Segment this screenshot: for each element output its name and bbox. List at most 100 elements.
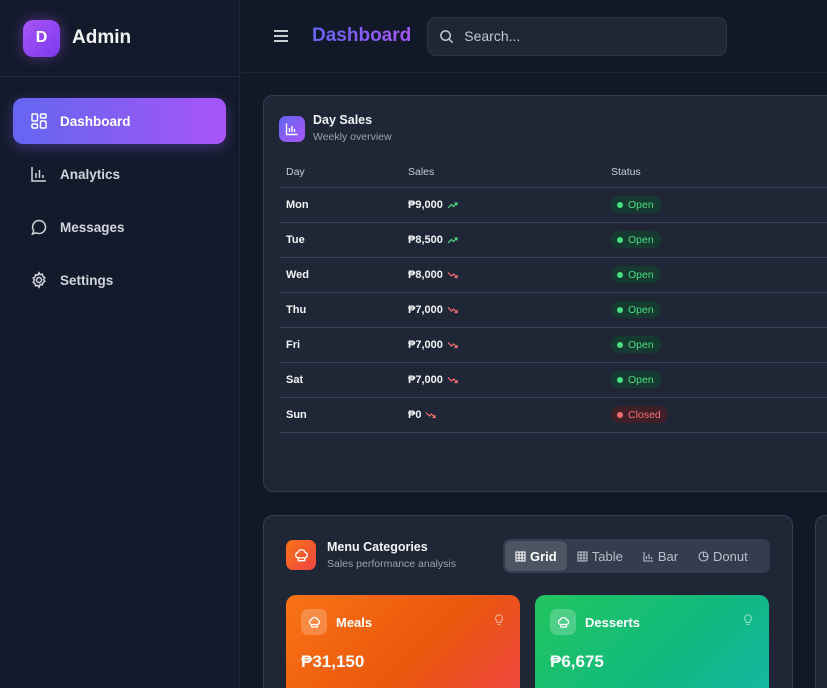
sales-value: ₱7,000: [408, 303, 443, 316]
sidebar-item-messages[interactable]: Messages: [13, 204, 226, 250]
cell-sales: ₱7,000: [401, 362, 604, 398]
card-title: Day Sales: [313, 113, 373, 127]
sidebar-nav: Dashboard Analytics Messages Settings: [0, 77, 239, 303]
table-row: Thu ₱7,000 Open: [279, 292, 827, 328]
tile-name: Meals: [336, 614, 373, 630]
table-row: Mon ₱9,000 Open: [279, 187, 827, 223]
status-badge: Open: [611, 301, 661, 318]
status-dot: [617, 341, 623, 348]
trend-down-icon: [447, 306, 458, 313]
card-subtitle: Sales performance analysis: [327, 558, 456, 570]
sales-value: ₱7,000: [408, 373, 443, 386]
status-badge: Closed: [611, 406, 668, 423]
message-icon: [30, 218, 48, 236]
sales-chart-icon: [279, 116, 305, 142]
cell-status: Open: [604, 222, 827, 258]
menu-categories-card: Menu Categories Sales performance analys…: [263, 515, 793, 688]
chef-hat-icon: [301, 609, 327, 635]
sidebar-item-label: Settings: [60, 272, 114, 288]
sidebar-item-dashboard[interactable]: Dashboard: [13, 98, 226, 144]
bar-chart-icon: [643, 551, 654, 562]
cell-day: Sun: [279, 397, 401, 433]
trend-down-icon: [447, 341, 458, 348]
view-label: Grid: [530, 548, 557, 564]
cell-sales: ₱7,000: [401, 292, 604, 328]
sales-value: ₱9,000: [408, 198, 443, 211]
status-dot: [617, 376, 623, 383]
search-input[interactable]: [464, 28, 695, 44]
status-label: Open: [628, 198, 654, 211]
bar-chart-icon: [30, 165, 48, 183]
hamburger-menu-icon[interactable]: [271, 26, 291, 46]
column-header-sales: Sales: [401, 157, 604, 188]
cell-day: Fri: [279, 327, 401, 363]
status-label: Open: [628, 233, 654, 246]
table-header-row: Day Sales Status: [279, 157, 827, 188]
cell-day: Wed: [279, 257, 401, 293]
day-sales-card: Day Sales Weekly overview Day Sales Stat…: [263, 95, 827, 492]
trend-down-icon: [447, 271, 458, 278]
status-badge: Open: [611, 266, 661, 283]
sidebar-item-analytics[interactable]: Analytics: [13, 151, 226, 197]
table-row: Sat ₱7,000 Open: [279, 362, 827, 398]
trend-down-icon: [426, 411, 437, 418]
status-label: Open: [628, 303, 654, 316]
tile-name: Desserts: [585, 614, 640, 630]
view-donut-button[interactable]: Donut: [688, 541, 758, 571]
trend-down-icon: [447, 376, 458, 383]
chef-hat-icon: [550, 609, 576, 635]
cell-status: Open: [604, 257, 827, 293]
sales-value: ₱7,000: [408, 338, 443, 351]
status-dot: [617, 271, 623, 278]
cell-sales: ₱8,000: [401, 257, 604, 293]
cell-status: Open: [604, 362, 827, 398]
view-label: Bar: [657, 548, 679, 564]
brand: D Admin: [0, 0, 239, 77]
cell-sales: ₱7,000: [401, 327, 604, 363]
sales-value: ₱0: [408, 408, 422, 421]
sales-value: ₱8,000: [408, 268, 443, 281]
sidebar: D Admin Dashboard Analytics Messages Set…: [0, 0, 240, 688]
card-subtitle: Weekly overview: [313, 131, 392, 143]
category-tile-meals[interactable]: Meals ₱31,150: [286, 595, 520, 688]
brand-logo[interactable]: D: [23, 19, 60, 57]
table-row: Sun ₱0 Closed: [279, 397, 827, 433]
category-tile-desserts[interactable]: Desserts ₱6,675: [535, 595, 769, 688]
page-title: Dashboard: [312, 25, 412, 46]
lightbulb-icon: [742, 613, 754, 631]
status-dot: [617, 306, 623, 313]
cell-day: Thu: [279, 292, 401, 328]
gear-icon: [30, 271, 48, 289]
table-row: Tue ₱8,500 Open: [279, 222, 827, 258]
sidebar-item-label: Analytics: [60, 166, 121, 182]
cell-status: Open: [604, 187, 827, 223]
sidebar-item-settings[interactable]: Settings: [13, 257, 226, 303]
table-row: Fri ₱7,000 Open: [279, 327, 827, 363]
table-row: Wed ₱8,000 Open: [279, 257, 827, 293]
search-box[interactable]: [427, 16, 728, 56]
view-bar-button[interactable]: Bar: [633, 541, 688, 571]
cell-sales: ₱0: [401, 397, 604, 433]
view-table-button[interactable]: Table: [567, 541, 633, 571]
table-icon: [577, 550, 588, 562]
column-header-day: Day: [279, 157, 401, 188]
cell-status: Closed: [604, 397, 827, 433]
chef-hat-icon: [286, 540, 316, 570]
grid-icon: [515, 550, 526, 562]
view-grid-button[interactable]: Grid: [505, 541, 567, 571]
lightbulb-icon: [493, 613, 505, 631]
cell-sales: ₱8,500: [401, 222, 604, 258]
pie-chart-icon: [698, 550, 709, 562]
status-label: Closed: [628, 408, 661, 421]
brand-name: Admin: [72, 27, 132, 48]
status-badge: Open: [611, 196, 661, 213]
day-sales-table: Day Sales Status Mon ₱9,000 Open Tue ₱8,500 O…: [279, 157, 827, 433]
search-icon: [439, 29, 454, 44]
view-toggle: Grid Table Bar Donut: [503, 539, 770, 573]
status-dot: [617, 411, 623, 418]
cell-day: Mon: [279, 187, 401, 223]
cell-day: Sat: [279, 362, 401, 398]
status-badge: Open: [611, 336, 661, 353]
column-header-status: Status: [604, 157, 827, 188]
status-label: Open: [628, 338, 654, 351]
